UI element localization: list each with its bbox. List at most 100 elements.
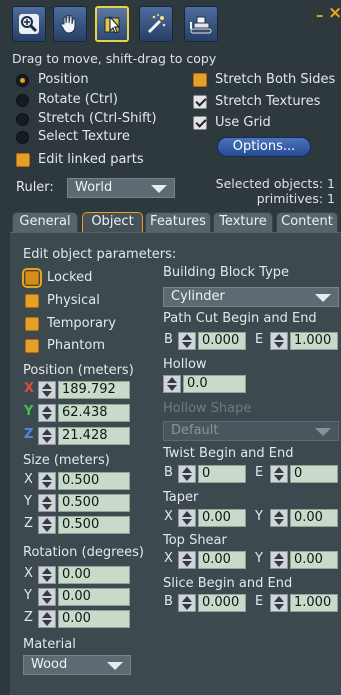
selected-primitives-count: primitives: 1 [256, 191, 335, 206]
slice-end-spinner[interactable] [270, 594, 288, 612]
create-tool-button[interactable] [139, 6, 173, 42]
twist-begin-spinner[interactable] [178, 465, 196, 483]
rotation-y-field[interactable]: 0.00 [58, 588, 130, 606]
rotation-x-field[interactable]: 0.00 [58, 566, 130, 584]
slice-begin-spinner[interactable] [178, 594, 196, 612]
edit-tool-button[interactable] [95, 6, 129, 42]
taper-x-spinner[interactable] [178, 509, 196, 527]
mode-label: Position [38, 72, 89, 87]
edit-object-heading: Edit object parameters: [23, 247, 177, 262]
mode-label: Stretch (Ctrl-Shift) [38, 111, 157, 126]
size-z-label: Z [24, 516, 33, 531]
slice-end-field[interactable]: 1.000 [290, 594, 338, 612]
path-cut-end-spinner[interactable] [270, 332, 288, 350]
top-shear-x-label: X [164, 551, 173, 566]
move-tool-button[interactable] [53, 6, 87, 42]
taper-y-label: Y [255, 509, 263, 524]
create-wand-icon [147, 14, 166, 34]
checkbox-label: Use Grid [215, 115, 271, 130]
chevron-down-icon [315, 294, 331, 302]
position-y-spinner[interactable] [38, 404, 56, 422]
slice-label: Slice Begin and End [163, 576, 293, 591]
rotation-z-spinner[interactable] [38, 610, 56, 628]
chevron-down-icon [107, 662, 123, 670]
taper-x-label: X [164, 509, 173, 524]
twist-b-label: B [164, 465, 173, 480]
position-x-spinner[interactable] [38, 381, 56, 399]
position-z-label: Z [24, 427, 34, 442]
twist-begin-field[interactable]: 0 [198, 465, 246, 483]
material-dropdown[interactable]: Wood [23, 655, 131, 675]
checkbox-box [193, 95, 207, 109]
checkbox-label: Phantom [47, 338, 105, 353]
ruler-label: Ruler: [16, 180, 54, 195]
top-shear-x-spinner[interactable] [178, 551, 196, 569]
build-tools-panel: – × Drag to move, shift-drag to copy Pos… [0, 0, 341, 695]
position-x-label: X [24, 381, 35, 396]
position-x-field[interactable]: 189.792 [58, 381, 130, 399]
building-block-type-label: Building Block Type [163, 265, 290, 280]
rotation-y-spinner[interactable] [38, 588, 56, 606]
top-shear-y-field[interactable]: 0.00 [290, 551, 338, 569]
position-z-field[interactable]: 21.428 [58, 427, 130, 445]
position-y-field[interactable]: 62.438 [58, 404, 130, 422]
path-cut-e-label: E [255, 332, 264, 347]
taper-x-field[interactable]: 0.00 [198, 509, 246, 527]
size-z-spinner[interactable] [38, 516, 56, 534]
tab-object[interactable]: Object [82, 212, 143, 232]
tab-content[interactable]: Content [276, 212, 338, 232]
top-shear-label: Top Shear [163, 533, 227, 548]
grid-options-button[interactable]: Options... [217, 137, 311, 157]
twist-end-field[interactable]: 0 [290, 465, 338, 483]
checkbox-box [25, 317, 39, 331]
checkbox-box [16, 153, 30, 167]
minimize-button[interactable]: – [316, 6, 324, 24]
checkbox-box [22, 268, 42, 288]
land-tool-button[interactable] [184, 6, 218, 42]
drag-hint-text: Drag to move, shift-drag to copy [12, 51, 217, 66]
rotation-z-field[interactable]: 0.00 [58, 610, 130, 628]
tab-general[interactable]: General [12, 212, 78, 232]
size-y-spinner[interactable] [38, 494, 56, 512]
slice-begin-field[interactable]: 0.000 [198, 594, 246, 612]
twist-end-spinner[interactable] [270, 465, 288, 483]
tab-features[interactable]: Features [145, 212, 211, 232]
top-shear-x-field[interactable]: 0.00 [198, 551, 246, 569]
focus-tool-button[interactable] [12, 6, 46, 42]
ruler-value: World [75, 180, 113, 195]
size-x-field[interactable]: 0.500 [58, 472, 130, 490]
checkbox-label: Edit linked parts [38, 152, 144, 167]
hollow-shape-value: Default [171, 423, 219, 438]
chevron-down-icon [151, 185, 167, 193]
twist-e-label: E [255, 465, 264, 480]
hollow-spinner[interactable] [163, 375, 181, 393]
checkbox-label: Physical [47, 293, 100, 308]
taper-y-spinner[interactable] [270, 509, 288, 527]
ruler-dropdown[interactable]: World [67, 178, 175, 198]
material-label: Material [23, 637, 76, 652]
checkbox-label: Stretch Textures [215, 94, 321, 109]
tab-texture[interactable]: Texture [213, 212, 273, 232]
mode-label: Select Texture [38, 129, 130, 144]
hollow-shape-dropdown: Default [163, 421, 339, 441]
size-x-spinner[interactable] [38, 472, 56, 490]
radio-indicator [16, 94, 29, 107]
path-cut-begin-field[interactable]: 0.000 [198, 332, 246, 350]
checkbox-label: Stretch Both Sides [215, 72, 336, 87]
rotation-x-label: X [24, 566, 33, 581]
checkbox-box [193, 116, 207, 130]
top-shear-y-spinner[interactable] [270, 551, 288, 569]
path-cut-end-field[interactable]: 1.000 [290, 332, 338, 350]
path-cut-begin-spinner[interactable] [178, 332, 196, 350]
rotation-x-spinner[interactable] [38, 566, 56, 584]
size-z-field[interactable]: 0.500 [58, 516, 130, 534]
grab-hand-icon [60, 14, 76, 34]
size-y-field[interactable]: 0.500 [58, 494, 130, 512]
building-block-dropdown[interactable]: Cylinder [163, 287, 339, 307]
hollow-field[interactable]: 0.0 [183, 375, 246, 393]
close-button[interactable]: × [328, 3, 341, 23]
position-z-spinner[interactable] [38, 427, 56, 445]
taper-y-field[interactable]: 0.00 [290, 509, 338, 527]
chevron-down-icon [315, 428, 331, 436]
position-label: Position (meters) [23, 363, 134, 378]
